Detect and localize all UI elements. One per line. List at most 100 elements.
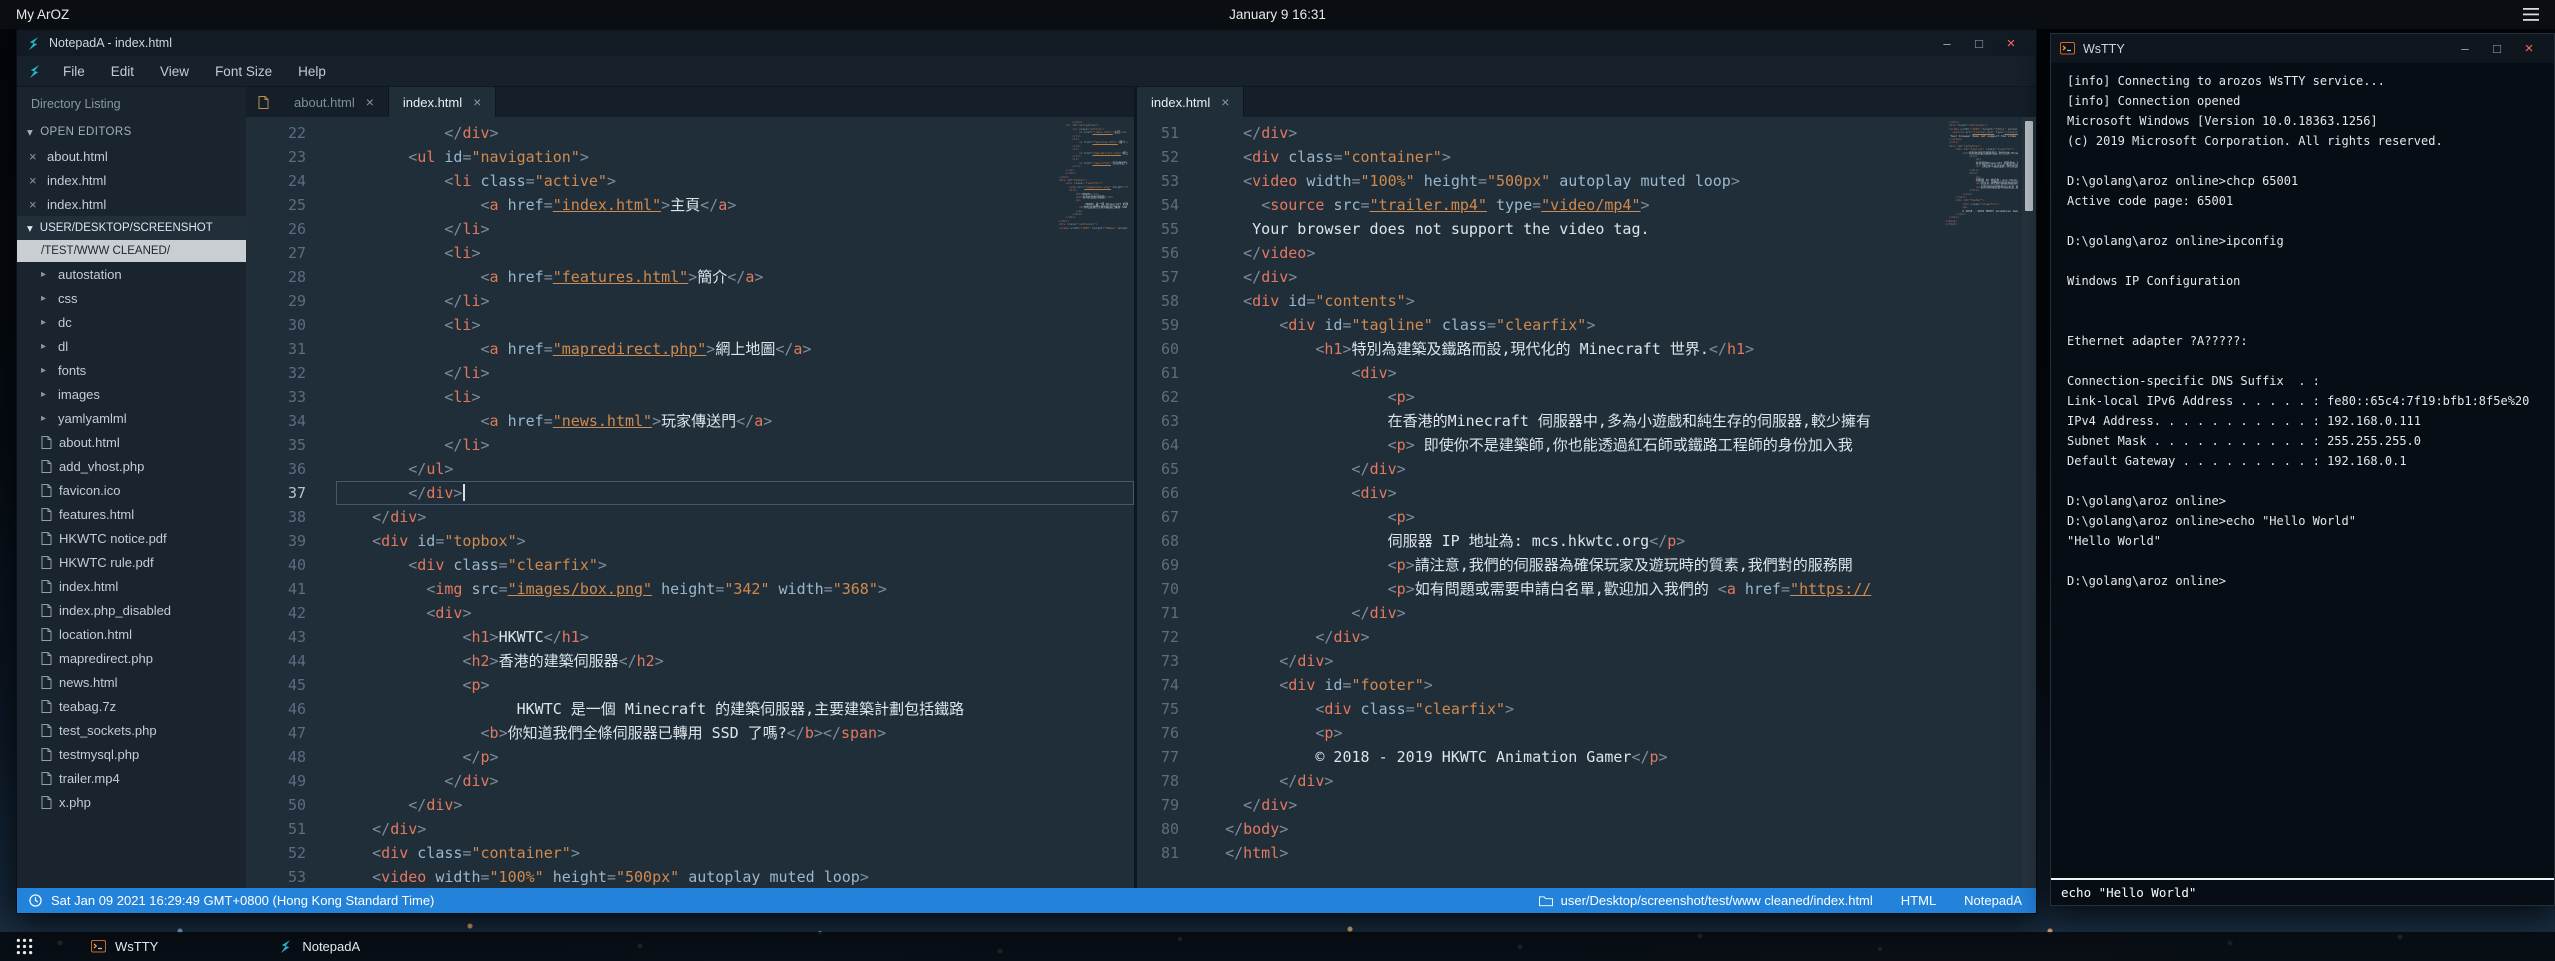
menu-icon[interactable] (2523, 8, 2539, 21)
code-line[interactable]: <p> (1207, 385, 2036, 409)
file-about.html[interactable]: about.html (17, 430, 246, 454)
menu-view[interactable]: View (147, 60, 202, 83)
code-line[interactable]: </div> (1207, 649, 2036, 673)
file-testmysql.php[interactable]: testmysql.php (17, 742, 246, 766)
code-line[interactable]: <h1>HKWTC</h1> (336, 625, 1134, 649)
menu-edit[interactable]: Edit (98, 60, 147, 83)
file-HKWTC notice.pdf[interactable]: HKWTC notice.pdf (17, 526, 246, 550)
code-line[interactable]: Your browser does not support the video … (1207, 217, 2036, 241)
notepad-titlebar[interactable]: NotepadA - index.html – □ × (17, 30, 2036, 56)
code-area[interactable]: </div> <div class="container"> <video wi… (1197, 117, 2036, 888)
file-add_vhost.php[interactable]: add_vhost.php (17, 454, 246, 478)
code-line[interactable]: </div> (336, 481, 1134, 505)
code-line[interactable]: <li class="active"> (336, 169, 1134, 193)
language-label[interactable]: HTML (1901, 893, 1936, 908)
code-line[interactable]: </div> (1207, 265, 2036, 289)
file-test_sockets.php[interactable]: test_sockets.php (17, 718, 246, 742)
code-line[interactable]: <div> (1207, 481, 2036, 505)
code-line[interactable]: </div> (336, 505, 1134, 529)
code-line[interactable]: <div> (1207, 361, 2036, 385)
code-line[interactable]: </div> (1207, 769, 2036, 793)
tab-close-icon[interactable]: × (366, 94, 374, 110)
code-line[interactable]: <p> (1207, 721, 2036, 745)
wstty-titlebar[interactable]: WsTTY – □ × (2051, 34, 2554, 63)
code-line[interactable]: </div> (1207, 625, 2036, 649)
file-teabag.7z[interactable]: teabag.7z (17, 694, 246, 718)
code-line[interactable]: </li> (336, 217, 1134, 241)
code-line[interactable]: <div id="topbox"> (336, 529, 1134, 553)
code-line[interactable]: <a href="mapredirect.php">網上地圖</a> (336, 337, 1134, 361)
menu-file[interactable]: File (50, 60, 98, 83)
terminal-output[interactable]: [info] Connecting to arozos WsTTY servic… (2051, 63, 2554, 878)
folder-fonts[interactable]: ▸fonts (17, 358, 246, 382)
file-mapredirect.php[interactable]: mapredirect.php (17, 646, 246, 670)
close-button[interactable]: × (2513, 41, 2545, 56)
code-line[interactable]: </p> (336, 745, 1134, 769)
code-line[interactable]: <h2>香港的建築伺服器</h2> (336, 649, 1134, 673)
code-line[interactable]: </body> (1207, 817, 2036, 841)
code-line[interactable]: <div class="container"> (1207, 145, 2036, 169)
code-line[interactable]: </div> (1207, 601, 2036, 625)
tab-index.html[interactable]: index.html× (389, 87, 496, 117)
code-line[interactable]: <p>如有問題或需要申請白名單,歡迎加入我們的 <a href="https:/… (1207, 577, 2036, 601)
code-line[interactable]: </div> (1207, 457, 2036, 481)
new-file-icon[interactable] (246, 87, 280, 117)
code-line[interactable]: <ul id="navigation"> (336, 145, 1134, 169)
workspace-folder-header[interactable]: ▾ USER/DESKTOP/SCREENSHOT (17, 216, 246, 240)
code-line[interactable]: <li> (336, 385, 1134, 409)
taskbar-item-wstty[interactable]: WsTTY (77, 939, 172, 954)
close-icon[interactable]: × (29, 197, 40, 212)
file-news.html[interactable]: news.html (17, 670, 246, 694)
code-area[interactable]: </div> <ul id="navigation"> <li class="a… (326, 117, 1134, 888)
open-editors-section[interactable]: ▾ OPEN EDITORS (17, 120, 246, 144)
code-line[interactable]: <p> (1207, 505, 2036, 529)
open-editor-about.html[interactable]: ×about.html (17, 144, 246, 168)
folder-autostation[interactable]: ▸autostation (17, 262, 246, 286)
code-line[interactable]: </li> (336, 433, 1134, 457)
close-icon[interactable]: × (29, 149, 40, 164)
code-line[interactable]: <video width="100%" height="500px" autop… (1207, 169, 2036, 193)
code-line[interactable]: </li> (336, 361, 1134, 385)
menu-font-size[interactable]: Font Size (202, 60, 285, 83)
code-line[interactable]: <p> (336, 673, 1134, 697)
file-index.html[interactable]: index.html (17, 574, 246, 598)
code-line[interactable]: HKWTC 是一個 Minecraft 的建築伺服器,主要建築計劃包括鐵路 (336, 697, 1134, 721)
close-icon[interactable]: × (29, 173, 40, 188)
code-line[interactable]: <div> (336, 601, 1134, 625)
code-line[interactable]: <p> 即使你不是建築師,你也能透過紅石師或鐵路工程師的身份加入我 (1207, 433, 2036, 457)
file-index.php_disabled[interactable]: index.php_disabled (17, 598, 246, 622)
code-editor-right[interactable]: 5152535455565758596061626364656667686970… (1137, 117, 2036, 888)
code-line[interactable]: <div class="clearfix"> (336, 553, 1134, 577)
code-line[interactable]: </html> (1207, 841, 2036, 865)
maximize-button[interactable]: □ (2481, 42, 2513, 55)
code-line[interactable]: <div id="footer"> (1207, 673, 2036, 697)
taskbar-item-notepada[interactable]: NotepadA (264, 939, 374, 954)
code-line[interactable]: </div> (336, 817, 1134, 841)
workspace-folder-header-selected[interactable]: /TEST/WWW CLEANED/ (17, 240, 246, 262)
file-features.html[interactable]: features.html (17, 502, 246, 526)
code-line[interactable]: <div id="tagline" class="clearfix"> (1207, 313, 2036, 337)
open-editor-index.html[interactable]: ×index.html (17, 192, 246, 216)
tab-about.html[interactable]: about.html× (280, 87, 389, 117)
close-button[interactable]: × (1995, 36, 2027, 51)
code-line[interactable]: <li> (336, 241, 1134, 265)
code-line[interactable]: </ul> (336, 457, 1134, 481)
scrollbar[interactable] (2022, 117, 2036, 888)
file-HKWTC rule.pdf[interactable]: HKWTC rule.pdf (17, 550, 246, 574)
open-editor-index.html[interactable]: ×index.html (17, 168, 246, 192)
code-line[interactable]: <b>你知道我們全條伺服器已轉用 SSD 了嗎?</b></span> (336, 721, 1134, 745)
maximize-button[interactable]: □ (1963, 37, 1995, 50)
code-line[interactable]: 在香港的Minecraft 伺服器中,多為小遊戲和純生存的伺服器,較少擁有 (1207, 409, 2036, 433)
code-line[interactable]: <div id="contents"> (1207, 289, 2036, 313)
folder-css[interactable]: ▸css (17, 286, 246, 310)
code-line[interactable]: </li> (336, 289, 1134, 313)
file-trailer.mp4[interactable]: trailer.mp4 (17, 766, 246, 790)
code-line[interactable]: 伺服器 IP 地址為: mcs.hkwtc.org</p> (1207, 529, 2036, 553)
file-location.html[interactable]: location.html (17, 622, 246, 646)
scrollbar-thumb[interactable] (2025, 121, 2033, 211)
code-line[interactable]: </video> (1207, 241, 2036, 265)
code-line[interactable]: </div> (336, 121, 1134, 145)
minimize-button[interactable]: – (1931, 37, 1963, 50)
code-line[interactable]: <source src="trailer.mp4" type="video/mp… (1207, 193, 2036, 217)
file-favicon.ico[interactable]: favicon.ico (17, 478, 246, 502)
